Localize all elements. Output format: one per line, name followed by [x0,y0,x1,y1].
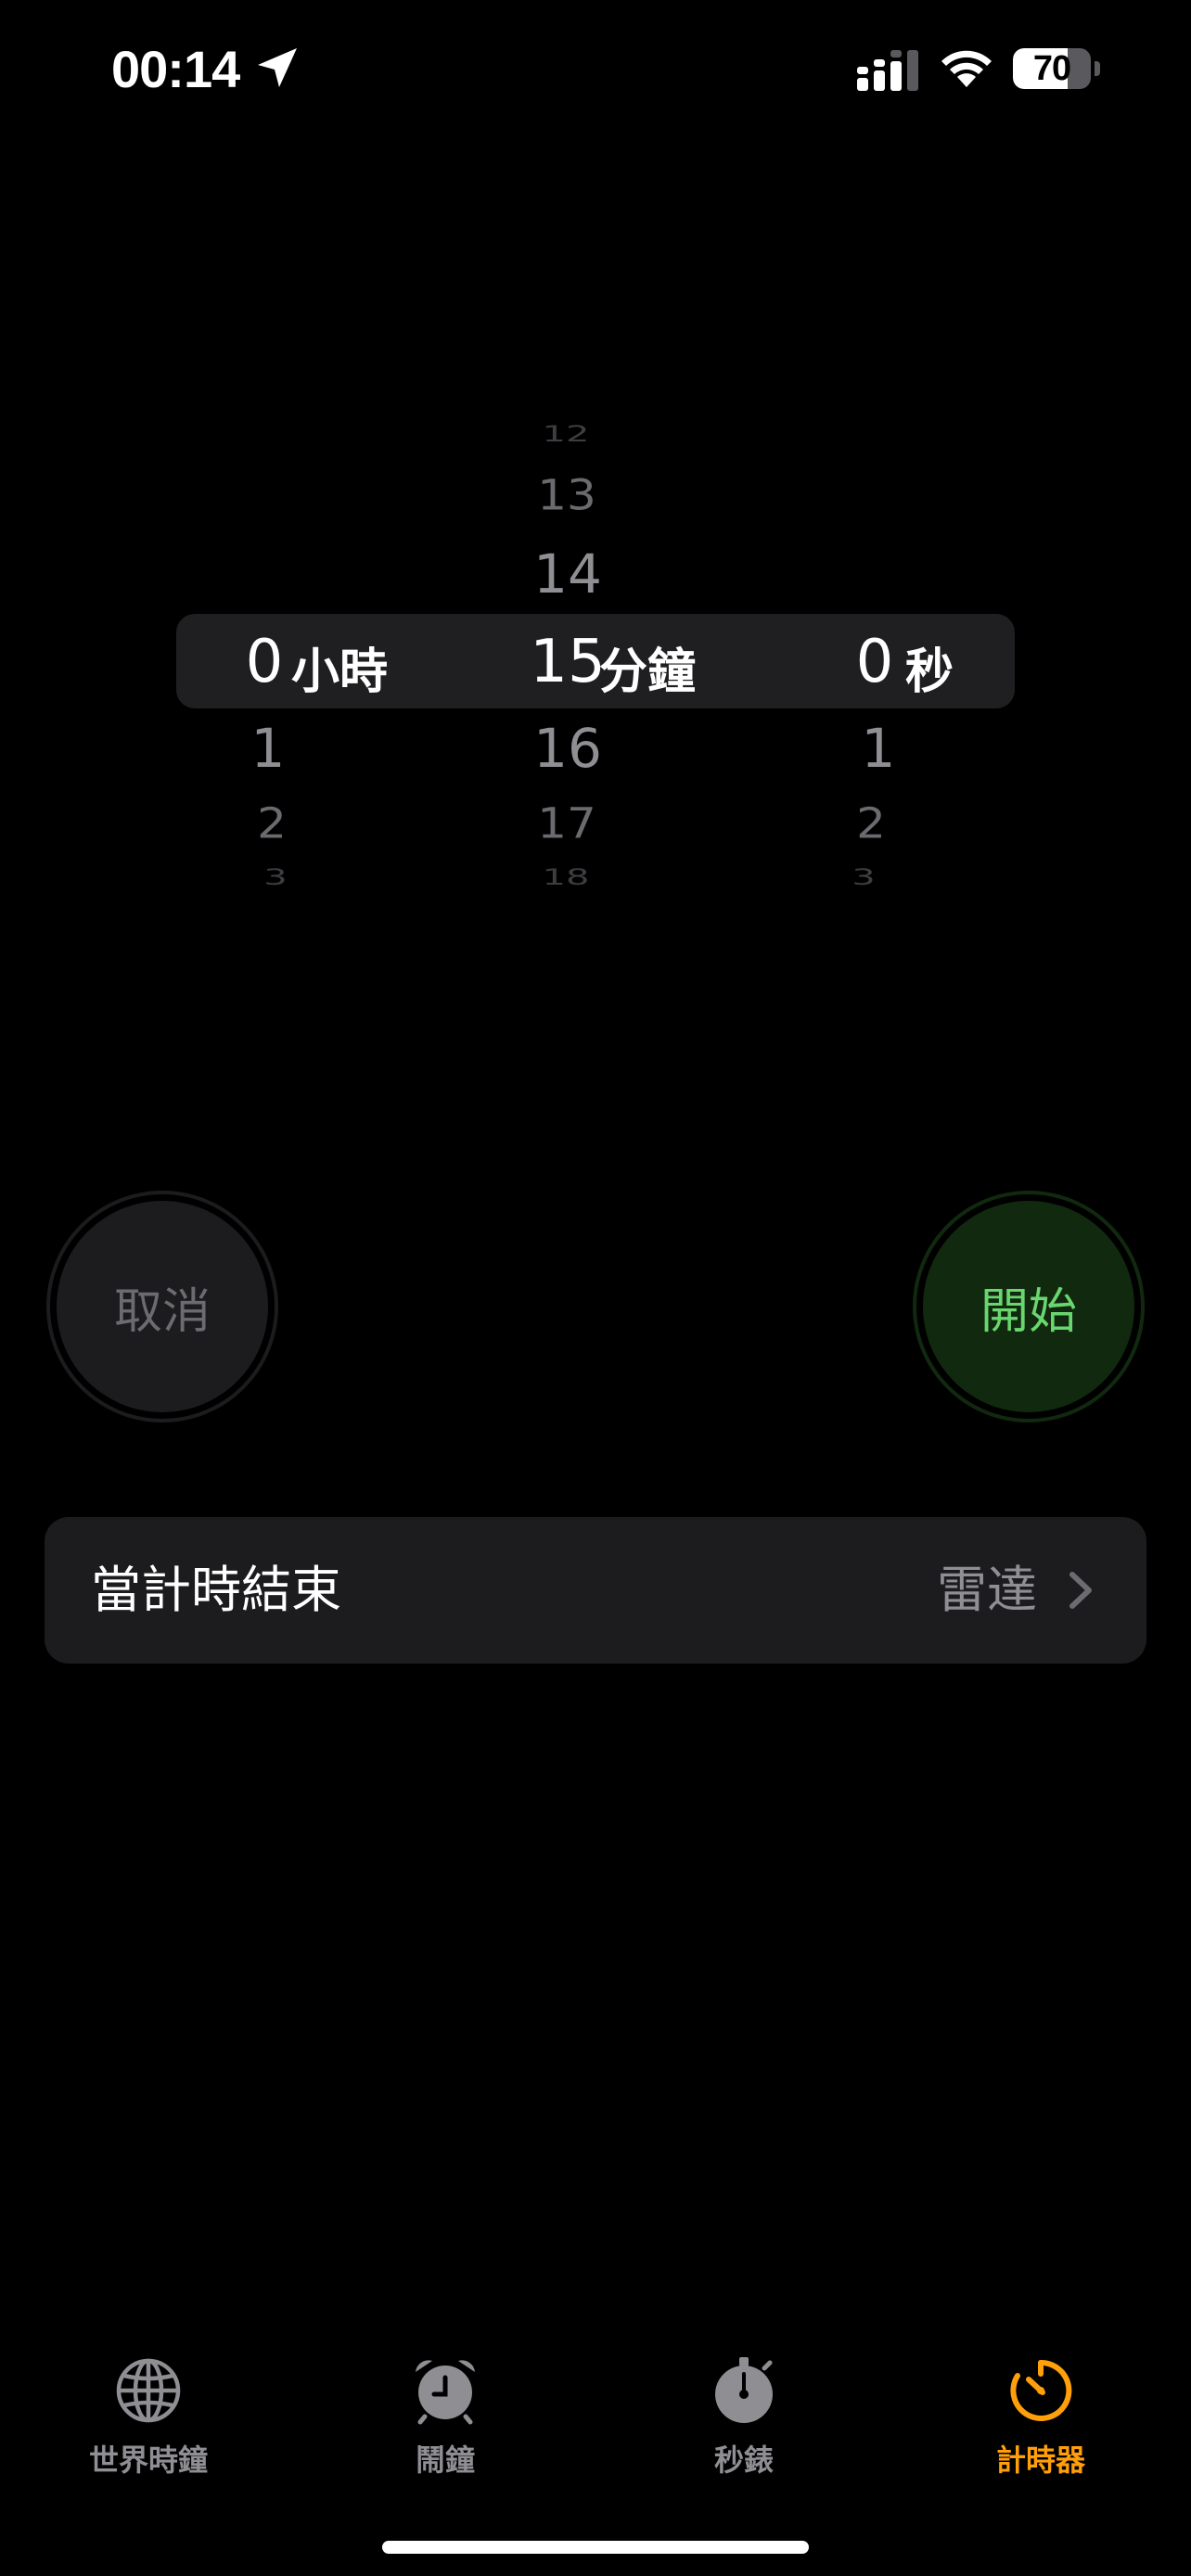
cancel-button[interactable]: 取消 [46,1191,278,1422]
wifi-icon [941,50,992,87]
minutes-below-3[interactable]: 18 [519,866,612,888]
tab-stopwatch-label: 秒錶 [713,2442,774,2478]
tab-timer-label: 計時器 [995,2442,1085,2478]
start-button-label: 開始 [923,1201,1134,1412]
minutes-below-1[interactable]: 16 [512,716,623,781]
seconds-below-3[interactable]: 3 [831,866,896,888]
hours-below-3[interactable]: 3 [243,866,308,888]
globe-icon [116,2358,181,2423]
cellular-signal-icon [857,50,918,91]
hours-unit-label: 小時 [291,644,389,700]
minutes-below-2[interactable]: 17 [516,798,618,848]
when-timer-ends-row[interactable]: 當計時結束 雷達 [45,1517,1146,1664]
tab-world-clock-label: 世界時鐘 [88,2442,208,2478]
hours-below-1[interactable]: 1 [236,716,301,781]
tab-timer[interactable]: 計時器 [929,2355,1152,2485]
seconds-below-2[interactable]: 2 [839,798,903,848]
minutes-above-2[interactable]: 13 [516,470,618,520]
status-time: 00:14 [111,40,240,98]
tab-world-clock[interactable]: 世界時鐘 [37,2355,260,2485]
cancel-button-label: 取消 [57,1201,268,1412]
location-arrow-icon [258,48,297,87]
seconds-below-1[interactable]: 1 [846,716,911,781]
home-indicator[interactable] [382,2541,809,2554]
chevron-right-icon [1069,1572,1092,1609]
alarm-clock-icon [416,2360,475,2425]
timer-icon [1010,2359,1072,2421]
hours-selected-value[interactable]: 0 [232,618,297,707]
battery-icon: 70 [1013,48,1102,91]
stopwatch-icon [715,2357,773,2423]
tab-alarm-label: 鬧鐘 [415,2442,475,2478]
seconds-selected-value[interactable]: 0 [842,618,907,707]
minutes-above-3[interactable]: 12 [519,423,612,445]
timer-screen: 00:14 70 0 小時 1 2 3 12 13 14 15 分鐘 16 17… [0,0,1191,2576]
seconds-unit-label: 秒 [905,644,954,700]
tab-alarm[interactable]: 鬧鐘 [334,2355,557,2485]
tab-stopwatch[interactable]: 秒錶 [633,2355,855,2485]
minutes-unit-label: 分鐘 [599,644,697,700]
ringtone-value: 雷達 [937,1561,1037,1619]
when-timer-ends-label: 當計時結束 [91,1561,341,1619]
hours-below-2[interactable]: 2 [239,798,304,848]
minutes-above-1[interactable]: 14 [512,542,623,606]
start-button[interactable]: 開始 [913,1191,1145,1422]
battery-level: 70 [1032,49,1071,88]
